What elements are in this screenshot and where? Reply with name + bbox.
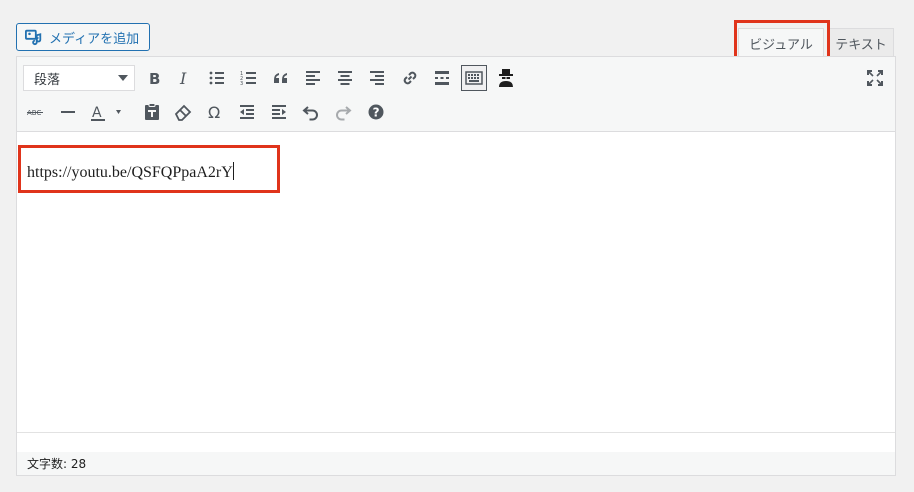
align-center-icon <box>338 71 352 85</box>
indent-button[interactable] <box>266 99 292 125</box>
editor-resize-area[interactable] <box>17 432 895 452</box>
italic-button[interactable]: I <box>172 65 198 91</box>
special-character-icon: Ω <box>208 103 220 122</box>
fullscreen-icon <box>867 70 883 86</box>
link-button[interactable] <box>397 65 423 91</box>
align-left-icon <box>306 71 320 85</box>
help-icon: ? <box>368 104 384 120</box>
italic-icon: I <box>179 69 187 88</box>
toolbar-toggle-icon <box>465 71 483 85</box>
svg-text:3: 3 <box>240 81 243 87</box>
clear-formatting-icon <box>174 104 192 121</box>
numbered-list-button[interactable]: 123 <box>236 65 262 91</box>
horizontal-line-button[interactable] <box>55 99 81 125</box>
numbered-list-icon: 123 <box>240 71 256 87</box>
bold-icon: B <box>149 70 160 88</box>
text-color-icon: A <box>91 105 121 121</box>
horizontal-line-icon <box>61 111 75 113</box>
format-select[interactable]: 段落 <box>23 65 135 91</box>
read-more-button[interactable] <box>429 65 455 91</box>
fullscreen-button[interactable] <box>862 65 888 91</box>
svg-text:Ω: Ω <box>208 103 220 122</box>
align-center-button[interactable] <box>332 65 358 91</box>
svg-text:B: B <box>149 70 160 88</box>
spy-icon <box>499 69 513 87</box>
help-button[interactable]: ? <box>363 99 389 125</box>
url-text: https://youtu.be/QSFQPpaA2rY <box>27 164 233 181</box>
undo-icon <box>302 106 318 121</box>
read-more-icon <box>435 71 449 85</box>
add-media-label: メディアを追加 <box>49 31 140 47</box>
bold-button[interactable]: B <box>141 65 167 91</box>
text-color-button[interactable]: A <box>87 99 127 125</box>
spy-button[interactable] <box>493 65 519 91</box>
align-right-icon <box>370 71 384 85</box>
svg-text:I: I <box>179 69 187 88</box>
indent-icon <box>272 105 286 119</box>
redo-button[interactable] <box>330 99 356 125</box>
clear-formatting-button[interactable] <box>170 99 196 125</box>
special-character-button[interactable]: Ω <box>202 99 228 125</box>
editor-content[interactable]: https://youtu.be/QSFQPpaA2rY <box>17 132 895 433</box>
paste-text-button[interactable] <box>139 99 165 125</box>
toolbar-row-2: ABC A Ω <box>17 95 895 129</box>
toolbar-toggle-button[interactable] <box>461 65 487 91</box>
bullet-list-icon <box>209 71 224 85</box>
blockquote-button[interactable] <box>268 65 294 91</box>
bullet-list-button[interactable] <box>204 65 230 91</box>
tab-visual-label: ビジュアル <box>749 37 813 53</box>
content-paragraph[interactable]: https://youtu.be/QSFQPpaA2rY <box>27 162 234 182</box>
align-right-button[interactable] <box>364 65 390 91</box>
tab-visual[interactable]: ビジュアル <box>738 28 824 57</box>
svg-text:A: A <box>92 105 102 121</box>
strikethrough-button[interactable]: ABC <box>23 99 49 125</box>
editor-toolbar: 段落 B I 123 A Ω ? <box>17 57 895 132</box>
outdent-icon <box>240 105 254 119</box>
word-count: 文字数: 28 <box>27 457 87 471</box>
align-left-button[interactable] <box>300 65 326 91</box>
outdent-button[interactable] <box>234 99 260 125</box>
status-bar: 文字数: 28 <box>17 432 895 475</box>
redo-icon <box>336 106 352 121</box>
strikethrough-icon: ABC <box>27 109 43 117</box>
paste-text-icon <box>145 103 159 120</box>
media-add-icon <box>25 29 42 46</box>
format-select-value: 段落 <box>34 72 61 88</box>
toolbar-row-1: 段落 B I 123 <box>17 61 895 95</box>
text-cursor <box>232 162 234 180</box>
svg-text:?: ? <box>373 106 380 120</box>
chevron-down-icon <box>118 75 128 81</box>
editor: 段落 B I 123 A Ω ? https://youtu.be/QSFQPp… <box>16 56 896 476</box>
tab-text-label: テキスト <box>835 37 887 53</box>
add-media-button[interactable]: メディアを追加 <box>16 23 151 51</box>
blockquote-icon <box>274 73 287 83</box>
tab-text[interactable]: テキスト <box>828 28 894 57</box>
link-icon <box>403 71 417 85</box>
undo-button[interactable] <box>298 99 324 125</box>
